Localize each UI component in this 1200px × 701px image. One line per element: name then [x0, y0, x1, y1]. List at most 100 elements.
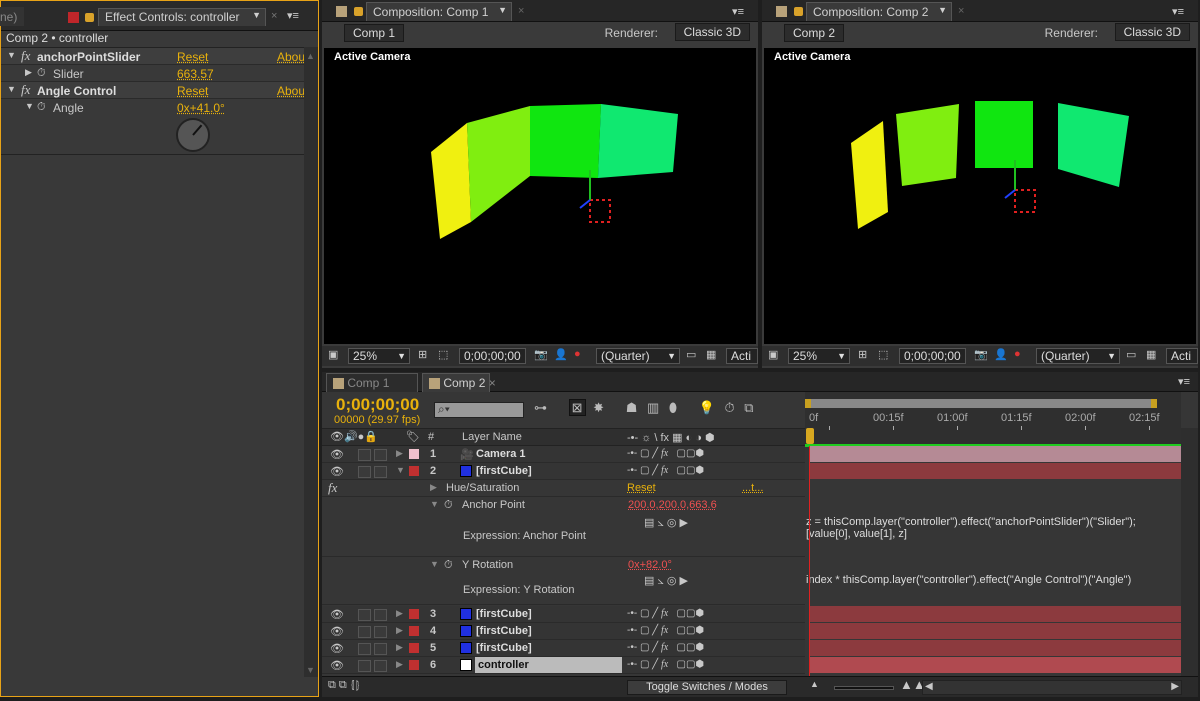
- effect-row[interactable]: fx ▶ Hue/Saturation Reset ...t...: [322, 480, 805, 497]
- safe-margins-icon[interactable]: ⊞: [418, 348, 427, 361]
- transparency-grid-icon[interactable]: ▦: [706, 348, 716, 361]
- layer-duration-bar[interactable]: [810, 463, 1181, 479]
- snapshot-icon[interactable]: 📷: [974, 348, 988, 361]
- collapse-triangle-icon[interactable]: ▼: [7, 84, 16, 94]
- tab-composition[interactable]: Composition: Comp 1 ▼: [366, 2, 512, 21]
- transparency-grid-icon[interactable]: ▦: [1146, 348, 1156, 361]
- timeline-hscroll[interactable]: ◀ ▶: [922, 680, 1182, 695]
- always-preview-icon[interactable]: ▣: [768, 348, 778, 361]
- timeline-vscroll[interactable]: [1181, 428, 1198, 676]
- panel-menu-icon[interactable]: ▾≡: [1172, 5, 1184, 18]
- layer-row[interactable]: 👁 ▶ 1 🎥 Camera 1 -•- ▢ ╱ fx ▢▢⬢: [322, 446, 805, 463]
- layer-name[interactable]: [firstCube]: [476, 465, 532, 477]
- switch-icons[interactable]: -•- ▢ ╱ fx ▢▢⬢: [627, 608, 704, 619]
- tab-comp-1[interactable]: Comp 1: [326, 373, 418, 392]
- playhead[interactable]: [806, 428, 814, 444]
- resolution-dropdown[interactable]: (Quarter) ▼: [596, 348, 680, 364]
- work-area-bar[interactable]: [805, 399, 1157, 408]
- expand-triangle-icon[interactable]: ▶: [396, 625, 403, 636]
- show-snapshot-icon[interactable]: 👤: [554, 348, 568, 361]
- switch-icons[interactable]: -•- ▢ ╱ fx ▢▢⬢: [627, 625, 704, 636]
- tab-comp-2[interactable]: Comp 2 ×: [422, 373, 496, 392]
- layer-plane[interactable]: [1058, 103, 1129, 187]
- slider-value[interactable]: 663.57: [177, 67, 214, 81]
- layer-plane[interactable]: [896, 104, 959, 186]
- lock-icon[interactable]: [85, 13, 94, 22]
- layer-plane[interactable]: [467, 106, 530, 222]
- layer-plane[interactable]: [431, 123, 471, 239]
- expression-controls-icons[interactable]: ▤ ⦣ ◎ ▶: [644, 574, 688, 588]
- angle-dial[interactable]: [175, 117, 211, 153]
- expand-triangle-icon[interactable]: ▶: [25, 67, 32, 78]
- layer-switches-icon[interactable]: ⧉ ⧉ ⦃⦄: [328, 679, 360, 692]
- layer-plane[interactable]: [530, 104, 601, 178]
- layer-row[interactable]: 👁 ▶ 5 [firstCube] -•- ▢ ╱ fx ▢▢⬢: [322, 640, 805, 657]
- layer-name[interactable]: controller: [475, 657, 622, 673]
- panel-menu-icon[interactable]: ▾≡: [732, 5, 744, 18]
- stopwatch-icon[interactable]: ⏱: [37, 101, 46, 114]
- stopwatch-icon[interactable]: ⏱: [444, 499, 453, 512]
- switch-icons[interactable]: -•- ▢ ╱ fx ▢▢⬢: [627, 659, 704, 670]
- zoom-slider[interactable]: [834, 686, 894, 690]
- chevron-down-icon[interactable]: ▼: [498, 5, 507, 15]
- layer-duration-bar[interactable]: [810, 640, 1181, 656]
- comp-navigator-button[interactable]: Comp 2: [784, 24, 845, 42]
- layer-name[interactable]: Camera 1: [476, 448, 526, 460]
- eye-icon[interactable]: 👁: [330, 659, 344, 672]
- eye-icon[interactable]: 👁: [330, 625, 344, 638]
- layer-row[interactable]: 👁 ▶ 3 [firstCube] -•- ▢ ╱ fx ▢▢⬢: [322, 606, 805, 623]
- layer-name[interactable]: [firstCube]: [476, 625, 532, 637]
- eye-icon[interactable]: 👁: [330, 608, 344, 621]
- viewer-canvas[interactable]: Active Camera: [324, 48, 756, 344]
- layer-duration-bar[interactable]: [810, 623, 1181, 639]
- time-ruler[interactable]: 0f 00:15f 01:00f 01:15f 02:00f 02:15f: [805, 392, 1181, 447]
- lock-icon[interactable]: [354, 7, 363, 16]
- timecode-field[interactable]: 0;00;00;00: [899, 348, 966, 364]
- scrollbar[interactable]: ▲ ▼: [304, 47, 318, 677]
- expand-triangle-icon[interactable]: ▶: [396, 608, 403, 619]
- expand-triangle-icon[interactable]: ▶: [396, 642, 403, 653]
- eye-icon[interactable]: 👁: [330, 465, 344, 478]
- panel-menu-icon[interactable]: ▾≡: [1178, 375, 1190, 388]
- chevron-down-icon[interactable]: ▼: [938, 5, 947, 15]
- eye-icon[interactable]: 👁: [330, 642, 344, 655]
- snapshot-icon[interactable]: 📷: [534, 348, 548, 361]
- current-time[interactable]: 0;00;00;00: [336, 395, 419, 415]
- collapse-triangle-icon[interactable]: ▼: [25, 101, 34, 111]
- expression-editor-y-rotation[interactable]: index * thisComp.layer("controller").eff…: [806, 574, 1181, 605]
- comp-navigator-button[interactable]: Comp 1: [344, 24, 405, 42]
- magnification-dropdown[interactable]: 25% ▼: [788, 348, 850, 364]
- layer-duration-bar[interactable]: [810, 446, 1181, 462]
- region-of-interest-icon[interactable]: ⬚: [438, 348, 448, 361]
- eye-icon[interactable]: 👁: [330, 448, 344, 461]
- resolution-dropdown[interactable]: (Quarter) ▼: [1036, 348, 1120, 364]
- close-icon[interactable]: ×: [518, 5, 524, 17]
- current-time-indicator[interactable]: [809, 446, 810, 676]
- switch-icons[interactable]: -•- ▢ ╱ fx ▢▢⬢: [627, 448, 704, 459]
- expand-triangle-icon[interactable]: ▶: [396, 448, 403, 459]
- label-color[interactable]: [409, 449, 419, 459]
- y-rotation-value[interactable]: 0x+82.0°: [628, 559, 672, 571]
- expand-triangle-icon[interactable]: ▶: [396, 659, 403, 670]
- fx-icon[interactable]: fx: [21, 48, 30, 64]
- always-preview-icon[interactable]: ▣: [328, 348, 338, 361]
- reset-button[interactable]: Reset: [177, 50, 208, 64]
- renderer-button[interactable]: Classic 3D: [1114, 23, 1190, 41]
- switch-icons[interactable]: -•- ▢ ╱ fx ▢▢⬢: [627, 465, 704, 476]
- label-color[interactable]: [409, 643, 419, 653]
- about-link[interactable]: ...t...: [742, 482, 763, 494]
- close-icon[interactable]: ×: [271, 10, 277, 22]
- tab-project[interactable]: ne): [0, 7, 25, 26]
- view-dropdown[interactable]: Acti: [1166, 348, 1198, 364]
- layer-duration-bar[interactable]: [810, 657, 1181, 673]
- close-icon[interactable]: ×: [958, 5, 964, 17]
- switch-icons[interactable]: -•- ▢ ╱ fx ▢▢⬢: [627, 642, 704, 653]
- label-color[interactable]: [409, 626, 419, 636]
- channels-icon[interactable]: ●: [1014, 348, 1021, 360]
- effect-row[interactable]: ▼ fx Angle Control Reset Abou: [1, 82, 305, 99]
- auto-keyframe-icon[interactable]: ⏱: [725, 400, 735, 415]
- magnification-dropdown[interactable]: 25% ▼: [348, 348, 410, 364]
- label-color[interactable]: [409, 466, 419, 476]
- about-link[interactable]: Abou: [277, 50, 305, 64]
- renderer-button[interactable]: Classic 3D: [674, 23, 750, 41]
